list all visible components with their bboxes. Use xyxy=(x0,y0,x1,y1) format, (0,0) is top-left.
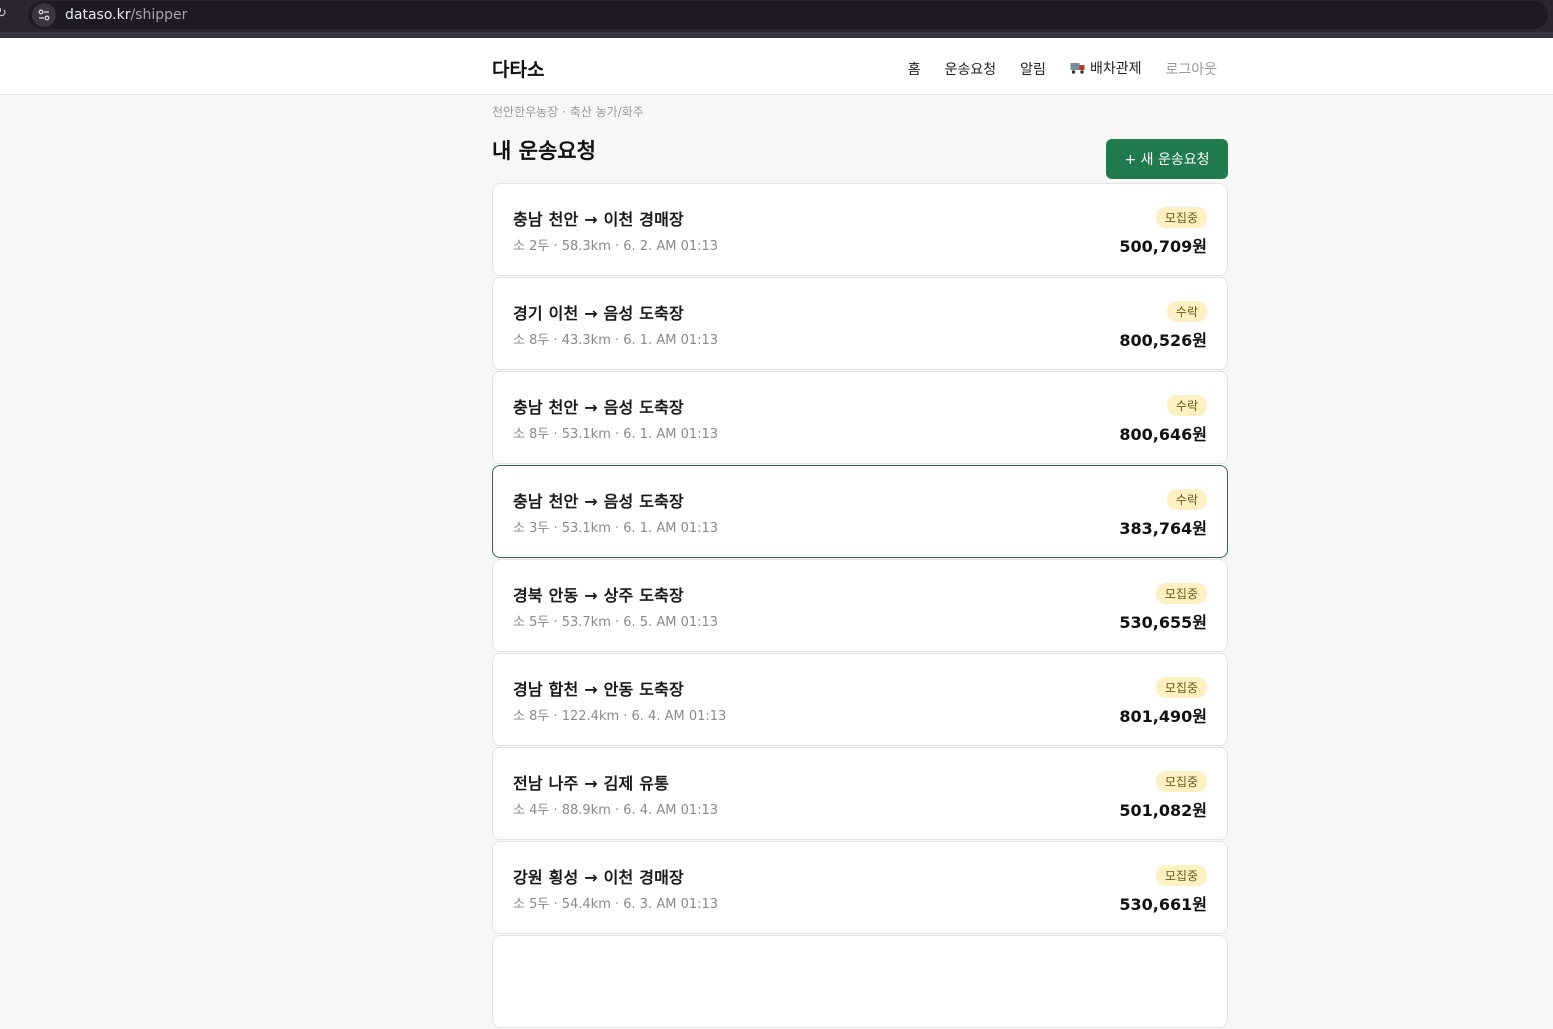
request-meta: 소 3두 · 53.1km · 6. 1. AM 01:13 xyxy=(513,521,719,536)
nav-alerts[interactable]: 알림 xyxy=(1020,59,1046,79)
request-card[interactable]: 경기 이천 → 음성 도축장 소 8두 · 43.3km · 6. 1. AM … xyxy=(492,277,1228,370)
request-route: 전남 나주 → 김제 유통 xyxy=(513,774,670,793)
request-meta: 소 8두 · 53.1km · 6. 1. AM 01:13 xyxy=(513,427,719,442)
request-card[interactable]: 충남 천안 → 음성 도축장 소 8두 · 53.1km · 6. 1. AM … xyxy=(492,371,1228,464)
status-badge: 모집중 xyxy=(1155,583,1207,604)
nav-dispatch-label: 배차관제 xyxy=(1089,61,1142,77)
request-card[interactable]: 충남 천안 → 이천 경매장 소 2두 · 58.3km · 6. 2. AM … xyxy=(492,183,1228,276)
request-meta: 소 2두 · 58.3km · 6. 2. AM 01:13 xyxy=(513,239,719,254)
request-route: 경기 이천 → 음성 도축장 xyxy=(513,304,684,323)
nav-requests[interactable]: 운송요청 xyxy=(945,59,997,79)
request-route: 경남 합천 → 안동 도축장 xyxy=(513,680,684,699)
request-price: 801,490원 xyxy=(1119,707,1207,726)
brand-logo[interactable]: 다타소 xyxy=(492,55,544,82)
request-price: 500,709원 xyxy=(1119,237,1207,256)
request-meta: 소 8두 · 122.4km · 6. 4. AM 01:13 xyxy=(513,709,727,724)
request-card[interactable]: 강원 횡성 → 이천 경매장 소 5두 · 54.4km · 6. 3. AM … xyxy=(492,841,1228,934)
request-card-selected[interactable]: 충남 천안 → 음성 도축장 소 3두 · 53.1km · 6. 1. AM … xyxy=(492,465,1228,558)
status-badge: 수락 xyxy=(1166,301,1207,322)
site-header: 다타소 홈 운송요청 알림 배차관제 로그아웃 xyxy=(0,38,1553,95)
address-bar[interactable] xyxy=(28,1,1548,29)
request-card[interactable]: 경남 합천 → 안동 도축장 소 8두 · 122.4km · 6. 4. AM… xyxy=(492,653,1228,746)
request-price: 530,655원 xyxy=(1119,613,1207,632)
request-meta: 소 5두 · 53.7km · 6. 5. AM 01:13 xyxy=(513,615,719,630)
status-badge: 모집중 xyxy=(1155,677,1207,698)
request-meta: 소 4두 · 88.9km · 6. 4. AM 01:13 xyxy=(513,803,719,818)
request-route: 강원 횡성 → 이천 경매장 xyxy=(513,868,684,887)
request-price: 383,764원 xyxy=(1119,519,1207,538)
request-price: 530,661원 xyxy=(1119,895,1207,914)
request-card-partial[interactable] xyxy=(492,935,1228,1028)
reload-icon[interactable]: ↻ xyxy=(0,7,10,21)
nav-logout[interactable]: 로그아웃 xyxy=(1165,59,1217,79)
request-route: 충남 천안 → 이천 경매장 xyxy=(513,210,684,229)
browser-toolbar: ↻ dataso.kr/shipper xyxy=(0,0,1553,32)
request-card[interactable]: 전남 나주 → 김제 유통 소 4두 · 88.9km · 6. 4. AM 0… xyxy=(492,747,1228,840)
main-nav: 홈 운송요청 알림 배차관제 로그아웃 xyxy=(908,58,1217,79)
status-badge: 모집중 xyxy=(1155,771,1207,792)
request-price: 501,082원 xyxy=(1119,801,1207,820)
request-card[interactable]: 경북 안동 → 상주 도축장 소 5두 · 53.7km · 6. 5. AM … xyxy=(492,559,1228,652)
status-badge: 수락 xyxy=(1166,489,1207,510)
nav-dispatch[interactable]: 배차관제 xyxy=(1070,58,1142,79)
status-badge: 수락 xyxy=(1166,395,1207,416)
new-request-button[interactable]: + 새 운송요청 xyxy=(1106,139,1228,179)
account-subtitle: 천안한우농장 · 축산 농가/화주 xyxy=(492,105,644,119)
site-info-icon[interactable] xyxy=(32,3,56,27)
request-route: 경북 안동 → 상주 도축장 xyxy=(513,586,684,605)
truck-icon xyxy=(1070,61,1086,79)
request-meta: 소 8두 · 43.3km · 6. 1. AM 01:13 xyxy=(513,333,719,348)
request-route: 충남 천안 → 음성 도축장 xyxy=(513,492,684,511)
status-badge: 모집중 xyxy=(1155,865,1207,886)
request-price: 800,526원 xyxy=(1119,331,1207,350)
request-price: 800,646원 xyxy=(1119,425,1207,444)
url-text[interactable]: dataso.kr/shipper xyxy=(65,6,187,24)
status-badge: 모집중 xyxy=(1155,207,1207,228)
request-route: 충남 천안 → 음성 도축장 xyxy=(513,398,684,417)
page-title: 내 운송요청 xyxy=(492,139,596,163)
request-meta: 소 5두 · 54.4km · 6. 3. AM 01:13 xyxy=(513,897,719,912)
request-list: 충남 천안 → 이천 경매장 소 2두 · 58.3km · 6. 2. AM … xyxy=(492,183,1228,1029)
nav-home[interactable]: 홈 xyxy=(908,59,921,79)
